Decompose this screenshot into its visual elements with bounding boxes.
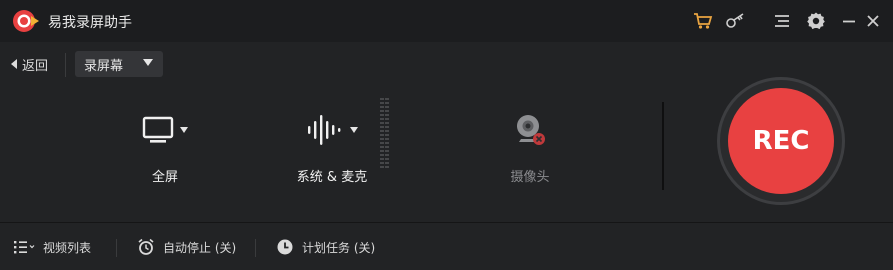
- camera-source-button[interactable]: 摄像头: [492, 100, 568, 200]
- minimize-icon[interactable]: [838, 10, 860, 32]
- title-bar: 易我录屏助手: [0, 0, 893, 42]
- mode-select-value: 录屏幕: [84, 58, 124, 74]
- cart-icon[interactable]: [692, 10, 714, 32]
- camera-source-label: 摄像头: [510, 170, 550, 185]
- screen-source-label: 全屏: [151, 170, 178, 185]
- divider: [662, 102, 664, 190]
- alarm-clock-icon: [138, 238, 154, 255]
- record-button[interactable]: REC: [717, 77, 845, 205]
- key-icon[interactable]: [725, 10, 747, 32]
- list-icon: [14, 241, 35, 254]
- audio-source-label: 系统 & 麦克: [296, 170, 368, 185]
- audio-level-meter: [380, 98, 389, 168]
- record-button-face: REC: [728, 88, 834, 194]
- chevron-down-icon: [180, 127, 188, 133]
- audio-source-button[interactable]: 系统 & 麦克: [288, 100, 376, 200]
- divider: [116, 239, 117, 257]
- auto-stop-label: 自动停止 (关): [163, 240, 237, 255]
- divider: [255, 239, 256, 257]
- video-list-label: 视频列表: [43, 240, 92, 255]
- sound-wave-icon: [308, 115, 341, 145]
- record-label: REC: [752, 126, 810, 156]
- video-list-button[interactable]: 视频列表: [13, 237, 91, 257]
- settings-icon[interactable]: [805, 10, 827, 32]
- schedule-task-button[interactable]: 计划任务 (关): [276, 237, 375, 257]
- chevron-down-icon: [350, 127, 358, 133]
- mode-select[interactable]: 录屏幕: [75, 51, 163, 77]
- app-title: 易我录屏助手: [48, 15, 132, 31]
- bottom-bar: 视频列表 自动停止 (关) 计划任务 (关): [0, 222, 893, 270]
- chevron-down-icon: [143, 59, 153, 66]
- clock-icon: [277, 239, 293, 255]
- screen-source-button[interactable]: 全屏: [120, 100, 210, 200]
- close-icon[interactable]: [862, 10, 884, 32]
- monitor-icon: [142, 116, 174, 143]
- back-button[interactable]: 返回: [10, 54, 48, 74]
- back-arrow-icon: [11, 59, 17, 69]
- schedule-task-label: 计划任务 (关): [302, 240, 376, 255]
- app-logo-icon: [12, 8, 40, 34]
- divider: [65, 53, 66, 77]
- webcam-icon: [517, 115, 545, 145]
- back-label: 返回: [22, 58, 49, 74]
- menu-icon[interactable]: [771, 10, 793, 32]
- auto-stop-button[interactable]: 自动停止 (关): [137, 237, 236, 257]
